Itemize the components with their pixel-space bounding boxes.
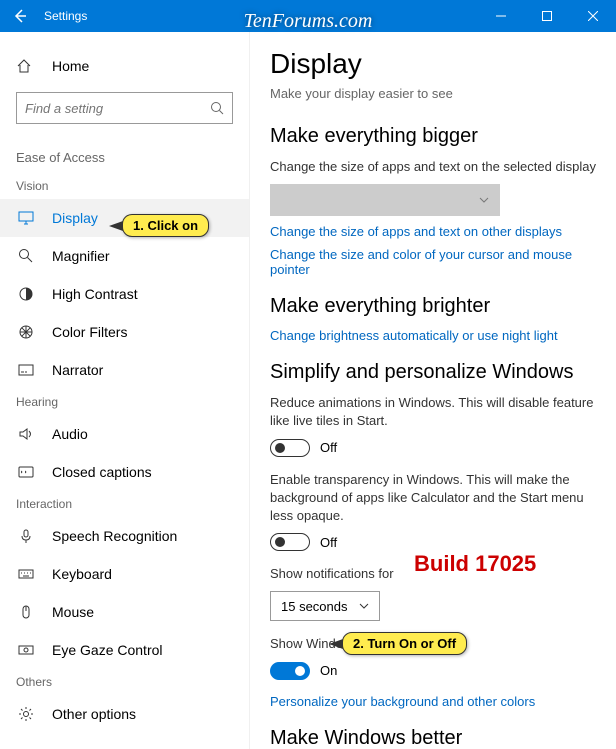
sidebar-item-narrator[interactable]: Narrator [0,351,249,389]
link-brightness[interactable]: Change brightness automatically or use n… [270,328,596,343]
back-button[interactable] [0,0,40,32]
sidebar-item-label: Magnifier [52,248,110,264]
chevron-down-icon [359,601,369,611]
audio-icon [16,426,36,442]
sidebar-item-keyboard[interactable]: Keyboard [0,555,249,593]
toggle-animations-state: Off [320,440,337,455]
display-scale-dropdown[interactable] [270,184,500,216]
arrow-left-icon [12,8,28,24]
toggle-transparency[interactable] [270,533,310,551]
sidebar-item-audio[interactable]: Audio [0,415,249,453]
sidebar-item-eye-gaze[interactable]: Eye Gaze Control [0,631,249,669]
close-button[interactable] [570,0,616,32]
window-title: Settings [44,9,478,23]
maximize-icon [542,11,552,21]
eye-icon [16,642,36,658]
sidebar-item-label: Audio [52,426,88,442]
maximize-button[interactable] [524,0,570,32]
anim-desc: Reduce animations in Windows. This will … [270,394,596,430]
search-input[interactable] [16,92,233,124]
chevron-down-icon [478,194,490,206]
keyboard-icon [16,566,36,582]
sidebar-item-label: Color Filters [52,324,127,340]
search-field[interactable] [25,101,210,116]
contrast-icon [16,286,36,302]
toggle-windows-background[interactable] [270,662,310,680]
size-desc: Change the size of apps and text on the … [270,158,596,176]
sidebar-item-label: Narrator [52,362,103,378]
sidebar-item-label: Mouse [52,604,94,620]
monitor-icon [16,210,36,226]
section-heading-brighter: Make everything brighter [270,295,596,318]
sidebar-item-magnifier[interactable]: Magnifier [0,237,249,275]
color-filters-icon [16,324,36,340]
toggle-transparency-state: Off [320,535,337,550]
sidebar-subgroup-vision: Vision [0,173,249,199]
home-icon [16,58,36,74]
sidebar-item-label: Keyboard [52,566,112,582]
toggle-bg-state: On [320,663,337,678]
sidebar-item-label: Display [52,210,98,226]
page-title: Display [270,48,596,80]
notif-value: 15 seconds [281,599,348,614]
minimize-button[interactable] [478,0,524,32]
link-personalize-bg[interactable]: Personalize your background and other co… [270,694,596,709]
sidebar-item-mouse[interactable]: Mouse [0,593,249,631]
sidebar-item-speech[interactable]: Speech Recognition [0,517,249,555]
trans-desc: Enable transparency in Windows. This wil… [270,471,596,526]
sidebar-item-label: Eye Gaze Control [52,642,163,658]
annotation-callout-2: 2. Turn On or Off [342,632,467,655]
sidebar-item-label: Closed captions [52,464,152,480]
search-icon [210,101,224,115]
sidebar-item-label: Other options [52,706,136,722]
sidebar: Home Ease of Access Vision Display Magni… [0,32,250,749]
annotation-callout-1: 1. Click on [122,214,209,237]
notif-duration-dropdown[interactable]: 15 seconds [270,591,380,621]
sidebar-item-other-options[interactable]: Other options [0,695,249,733]
sidebar-group-label: Ease of Access [0,140,249,173]
titlebar: Settings [0,0,616,32]
gear-icon [16,706,36,722]
narrator-icon [16,362,36,378]
mouse-icon [16,604,36,620]
sidebar-item-label: Speech Recognition [52,528,177,544]
sidebar-subgroup-interaction: Interaction [0,491,249,517]
sidebar-item-label: High Contrast [52,286,138,302]
minimize-icon [496,11,506,21]
close-icon [588,11,598,21]
toggle-animations[interactable] [270,439,310,457]
sidebar-subgroup-others: Others [0,669,249,695]
sidebar-item-high-contrast[interactable]: High Contrast [0,275,249,313]
captions-icon [16,464,36,480]
page-subtitle: Make your display easier to see [270,86,596,101]
magnifier-icon [16,248,36,264]
sidebar-home-label: Home [52,58,89,74]
mic-icon [16,528,36,544]
annotation-build: Build 17025 [414,551,536,577]
sidebar-item-color-filters[interactable]: Color Filters [0,313,249,351]
sidebar-home[interactable]: Home [0,48,249,84]
link-cursor-pointer[interactable]: Change the size and color of your cursor… [270,247,596,277]
link-other-displays[interactable]: Change the size of apps and text on othe… [270,224,596,239]
sidebar-item-closed-captions[interactable]: Closed captions [0,453,249,491]
section-heading-better: Make Windows better [270,727,596,749]
sidebar-subgroup-hearing: Hearing [0,389,249,415]
section-heading-bigger: Make everything bigger [270,125,596,148]
section-heading-simplify: Simplify and personalize Windows [270,361,596,384]
